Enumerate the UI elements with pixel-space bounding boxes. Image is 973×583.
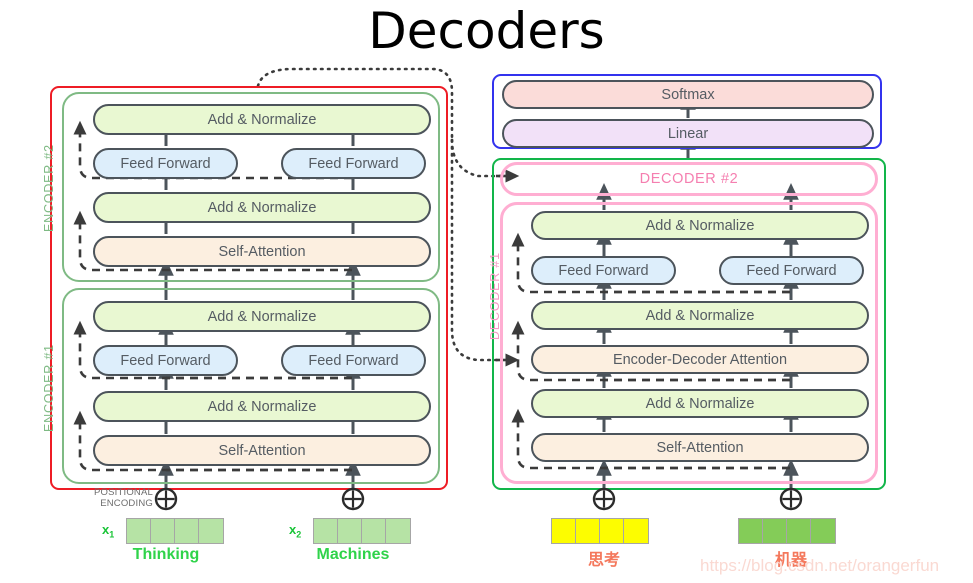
encoder2-feed-forward-right[interactable]: Feed Forward xyxy=(281,148,426,179)
embedding-cell xyxy=(787,519,811,543)
output-token-1-embedding xyxy=(738,518,836,544)
input-token-1-embedding xyxy=(313,518,411,544)
decoder1-add-norm-mid[interactable]: Add & Normalize xyxy=(531,301,869,330)
input-token-0-embedding xyxy=(126,518,224,544)
embedding-cell xyxy=(576,519,600,543)
decoder1-feed-forward-right[interactable]: Feed Forward xyxy=(719,256,864,285)
input-token-1-xlabel: x2 xyxy=(289,522,302,540)
embedding-cell xyxy=(739,519,763,543)
encoder-2-label: ENCODER #2 xyxy=(42,144,56,232)
decoder1-add-norm-bottom[interactable]: Add & Normalize xyxy=(531,389,869,418)
decoder-2-label: DECODER #2 xyxy=(639,171,739,187)
softmax-block[interactable]: Softmax xyxy=(502,80,874,109)
embedding-cell xyxy=(362,519,386,543)
embedding-cell xyxy=(338,519,362,543)
encoder1-self-attention[interactable]: Self-Attention xyxy=(93,435,431,466)
encoder1-add-norm-bottom[interactable]: Add & Normalize xyxy=(93,391,431,422)
encoder2-feed-forward-left[interactable]: Feed Forward xyxy=(93,148,238,179)
positional-encoding-label: POSITIONAL ENCODING xyxy=(85,487,153,509)
encoder-1-label: ENCODER #1 xyxy=(42,344,56,432)
embedding-cell xyxy=(552,519,576,543)
decoder-1-label: DECODER #1 xyxy=(488,252,502,340)
embedding-cell xyxy=(386,519,410,543)
decoder1-self-attention[interactable]: Self-Attention xyxy=(531,433,869,462)
encoder1-add-norm-top[interactable]: Add & Normalize xyxy=(93,301,431,332)
positional-encoding-line2: ENCODING xyxy=(100,498,153,509)
embedding-cell xyxy=(600,519,624,543)
output-token-0-embedding xyxy=(551,518,649,544)
embedding-cell xyxy=(175,519,199,543)
diagram-canvas: Decoders ENCODER #2 ENCODER #1 Add & Nor… xyxy=(0,0,973,583)
embedding-cell xyxy=(151,519,175,543)
embedding-cell xyxy=(624,519,648,543)
encoder2-add-norm-bottom[interactable]: Add & Normalize xyxy=(93,192,431,223)
embedding-cell xyxy=(314,519,338,543)
embedding-cell xyxy=(763,519,787,543)
decoder-2-label-wrap: DECODER #2 xyxy=(500,162,878,196)
decoder1-encoder-decoder-attention[interactable]: Encoder-Decoder Attention xyxy=(531,345,869,374)
embedding-cell xyxy=(127,519,151,543)
encoder1-feed-forward-left[interactable]: Feed Forward xyxy=(93,345,238,376)
encoder2-self-attention[interactable]: Self-Attention xyxy=(93,236,431,267)
linear-block[interactable]: Linear xyxy=(502,119,874,148)
output-token-0-word: 思考 xyxy=(587,550,620,569)
input-token-0-word: Thinking xyxy=(132,546,200,563)
input-token-0-xlabel: x1 xyxy=(102,522,115,540)
embedding-cell xyxy=(199,519,223,543)
embedding-cell xyxy=(811,519,835,543)
decoder1-add-norm-top[interactable]: Add & Normalize xyxy=(531,211,869,240)
encoder2-add-norm-top[interactable]: Add & Normalize xyxy=(93,104,431,135)
decoder1-feed-forward-left[interactable]: Feed Forward xyxy=(531,256,676,285)
input-token-1-word: Machines xyxy=(316,546,390,563)
watermark: https://blog.csdn.net/orangerfun xyxy=(700,556,940,575)
positional-encoding-line1: POSITIONAL xyxy=(93,487,153,498)
encoder1-feed-forward-right[interactable]: Feed Forward xyxy=(281,345,426,376)
